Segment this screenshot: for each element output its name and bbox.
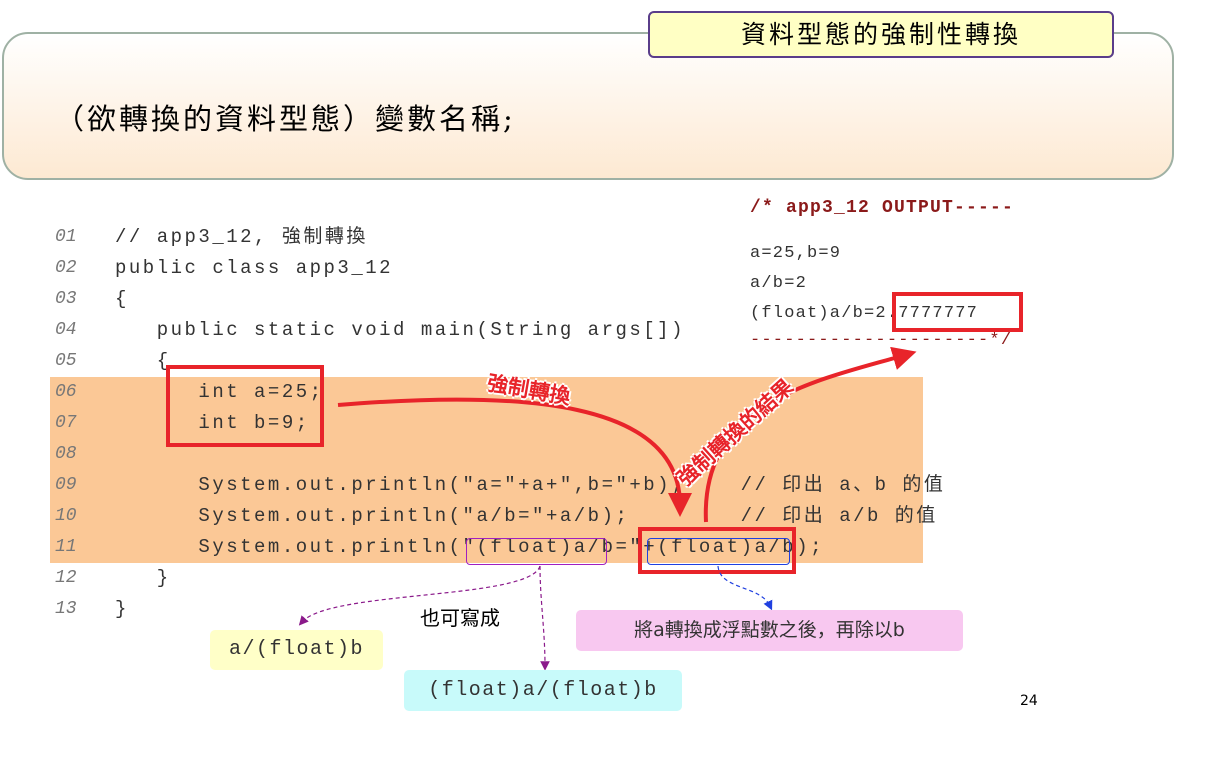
alt2-arrow <box>539 565 550 671</box>
alt-label: 也可寫成 <box>420 606 500 630</box>
page-number: 24 <box>1020 693 1038 709</box>
explain-arrow <box>717 565 773 611</box>
alt-form-1: a/(float)b <box>210 630 383 670</box>
cast-arrow <box>337 397 692 517</box>
alt-form-2: (float)a/(float)b <box>404 670 682 711</box>
explanation-note: 將a轉換成浮點數之後，再除以b <box>576 610 963 651</box>
